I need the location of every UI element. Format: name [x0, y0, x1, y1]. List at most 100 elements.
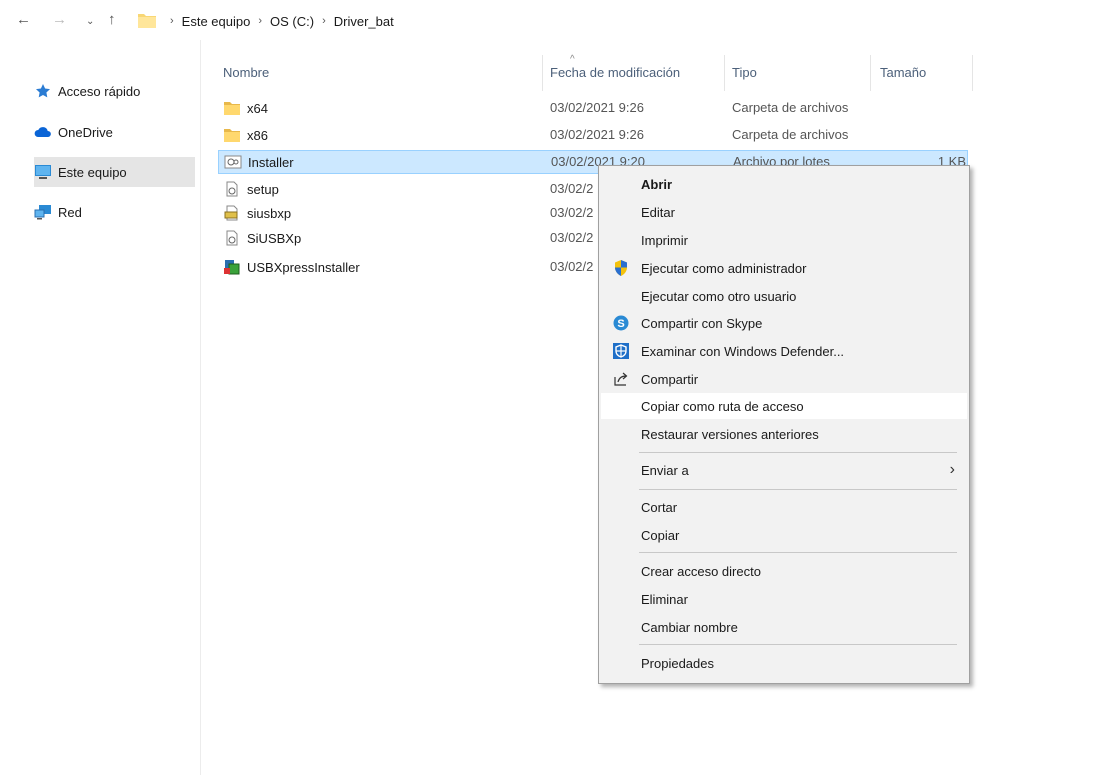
column-header-type[interactable]: Tipo — [732, 65, 757, 80]
navigation-pane: Acceso rápido OneDrive Este equipo Red — [0, 40, 201, 775]
sidebar-item-label: Este equipo — [58, 164, 127, 180]
settings-file-icon — [223, 181, 241, 197]
file-name: Installer — [248, 154, 294, 170]
menu-item-label: Compartir con Skype — [641, 315, 763, 331]
sort-ascending-icon: ^ — [570, 54, 575, 65]
file-name: setup — [247, 181, 279, 197]
sidebar-item-network[interactable]: Red — [34, 197, 196, 227]
svg-text:S: S — [617, 318, 624, 330]
recent-locations-chevron-icon[interactable]: ⌄ — [86, 14, 94, 30]
menu-item-label: Examinar con Windows Defender... — [641, 343, 845, 359]
breadcrumb-item[interactable]: Driver_bat — [334, 14, 394, 29]
menu-item-label: Cortar — [641, 499, 678, 515]
file-date: 03/02/2 — [550, 259, 594, 274]
menu-item-label: Compartir — [641, 371, 699, 387]
address-bar: ← → ⌄ ↑ › Este equipo › OS (C:) › Driver… — [0, 0, 1110, 40]
file-date: 03/02/2 — [550, 181, 594, 196]
skype-icon: S — [612, 314, 630, 332]
sidebar-item-label: OneDrive — [58, 124, 113, 140]
menu-item-label: Copiar como ruta de acceso — [641, 398, 804, 414]
breadcrumb: › Este equipo › OS (C:) › Driver_bat — [162, 12, 394, 30]
menu-item-label: Editar — [641, 204, 675, 220]
settings-file-icon — [223, 230, 241, 246]
uac-shield-icon — [612, 259, 630, 277]
menu-item-copy[interactable]: Copiar — [601, 522, 967, 548]
sidebar-item-onedrive[interactable]: OneDrive — [34, 117, 196, 147]
sidebar-item-quick-access[interactable]: Acceso rápido — [34, 76, 196, 106]
column-divider[interactable] — [542, 55, 543, 91]
chevron-right-icon: › — [258, 15, 263, 27]
menu-item-run-as-other-user[interactable]: Ejecutar como otro usuario — [601, 283, 967, 309]
menu-item-send-to[interactable]: Enviar a › — [601, 457, 967, 483]
forward-arrow-icon[interactable]: → — [52, 12, 67, 28]
menu-item-label: Propiedades — [641, 655, 714, 671]
up-arrow-icon[interactable]: ↑ — [108, 12, 116, 28]
network-icon — [34, 204, 52, 220]
cloud-icon — [34, 124, 52, 140]
file-name: x86 — [247, 127, 268, 143]
folder-icon — [223, 127, 241, 143]
sidebar-item-label: Red — [58, 204, 82, 220]
file-name: x64 — [247, 100, 268, 116]
menu-item-run-as-admin[interactable]: Ejecutar como administrador — [601, 255, 967, 281]
folder-icon — [138, 14, 156, 28]
menu-item-create-shortcut[interactable]: Crear acceso directo — [601, 558, 967, 584]
file-date: 03/02/2021 9:26 — [550, 100, 644, 115]
installer-icon — [223, 259, 241, 275]
computer-icon — [34, 164, 52, 180]
menu-item-delete[interactable]: Eliminar — [601, 586, 967, 612]
breadcrumb-item[interactable]: OS (C:) — [270, 14, 314, 29]
menu-item-label: Cambiar nombre — [641, 619, 738, 635]
menu-item-label: Abrir — [641, 176, 673, 192]
menu-item-label: Restaurar versiones anteriores — [641, 426, 819, 442]
star-icon — [34, 83, 52, 99]
menu-item-print[interactable]: Imprimir — [601, 227, 967, 253]
menu-item-properties[interactable]: Propiedades — [601, 650, 967, 676]
menu-item-label: Enviar a — [641, 462, 689, 478]
menu-item-rename[interactable]: Cambiar nombre — [601, 614, 967, 640]
batch-file-icon — [224, 154, 242, 170]
file-type: Carpeta de archivos — [732, 127, 849, 142]
column-divider[interactable] — [724, 55, 725, 91]
column-header-row: ^ Nombre Fecha de modificación Tipo Tama… — [218, 54, 978, 91]
menu-item-label: Crear acceso directo — [641, 563, 761, 579]
column-header-size[interactable]: Tamaño — [880, 65, 926, 80]
file-name: USBXpressInstaller — [247, 259, 360, 275]
defender-icon — [612, 342, 630, 360]
menu-separator — [639, 489, 957, 490]
file-date: 03/02/2 — [550, 230, 594, 245]
file-row[interactable]: x64 03/02/2021 9:26 Carpeta de archivos — [218, 97, 968, 119]
menu-item-label: Ejecutar como otro usuario — [641, 288, 797, 304]
menu-item-label: Eliminar — [641, 591, 688, 607]
driver-file-icon — [223, 205, 241, 221]
menu-item-label: Imprimir — [641, 232, 688, 248]
chevron-right-icon: › — [949, 461, 955, 478]
menu-item-share-skype[interactable]: S Compartir con Skype — [601, 310, 967, 336]
menu-item-share[interactable]: Compartir — [601, 366, 967, 392]
menu-item-restore-previous-versions[interactable]: Restaurar versiones anteriores — [601, 421, 967, 447]
column-divider[interactable] — [870, 55, 871, 91]
column-header-date[interactable]: Fecha de modificación — [550, 65, 680, 80]
file-date: 03/02/2 — [550, 205, 594, 220]
file-name: SiUSBXp — [247, 230, 302, 246]
file-date: 03/02/2021 9:26 — [550, 127, 644, 142]
file-row[interactable]: x86 03/02/2021 9:26 Carpeta de archivos — [218, 124, 968, 146]
column-header-name[interactable]: Nombre — [223, 65, 269, 80]
file-name: siusbxp — [247, 205, 292, 221]
menu-item-scan-defender[interactable]: Examinar con Windows Defender... — [601, 338, 967, 364]
menu-item-open[interactable]: Abrir — [601, 171, 967, 197]
menu-separator — [639, 552, 957, 553]
menu-item-cut[interactable]: Cortar — [601, 494, 967, 520]
chevron-right-icon: › — [322, 15, 326, 27]
menu-item-label: Ejecutar como administrador — [641, 260, 807, 276]
sidebar-item-this-pc[interactable]: Este equipo — [34, 157, 195, 187]
column-divider[interactable] — [972, 55, 973, 91]
menu-item-edit[interactable]: Editar — [601, 199, 967, 225]
back-arrow-icon[interactable]: ← — [16, 12, 31, 28]
file-type: Carpeta de archivos — [732, 100, 849, 115]
sidebar-item-label: Acceso rápido — [58, 83, 141, 99]
share-icon — [612, 370, 630, 388]
menu-item-copy-as-path[interactable]: Copiar como ruta de acceso — [601, 393, 967, 419]
breadcrumb-item[interactable]: Este equipo — [182, 14, 251, 29]
chevron-right-icon: › — [170, 15, 174, 27]
